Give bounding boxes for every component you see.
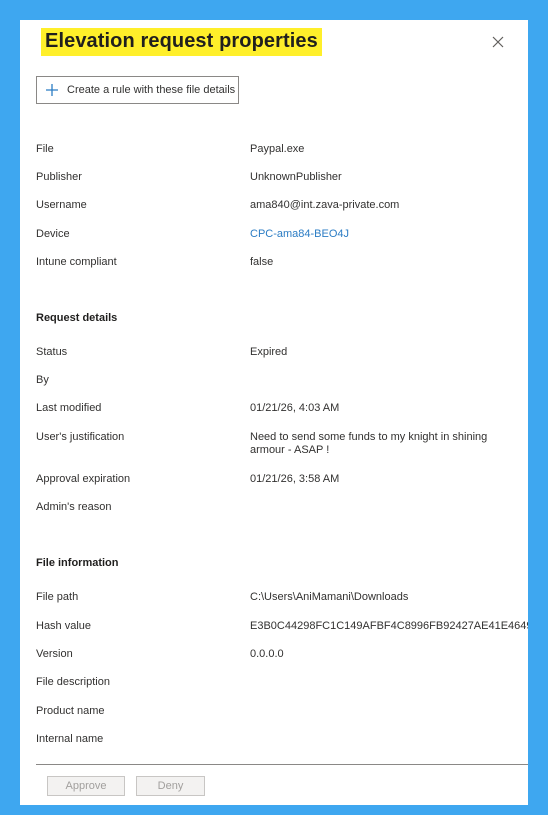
- plus-icon: [45, 83, 59, 97]
- property-value: UnknownPublisher: [250, 171, 342, 183]
- property-value: Paypal.exe: [250, 143, 305, 155]
- property-label: File: [36, 143, 54, 155]
- panel-title: Elevation request properties: [45, 30, 318, 52]
- property-label: By: [36, 374, 49, 386]
- property-value: E3B0C44298FC1C149AFBF4C8996FB92427AE41E4…: [250, 620, 528, 632]
- property-value: 01/21/26, 3:58 AM: [250, 473, 340, 485]
- property-value: Need to send some funds to my knight in …: [250, 431, 488, 456]
- property-value: Expired: [250, 346, 288, 358]
- close-icon[interactable]: [488, 32, 508, 52]
- property-label: Intune compliant: [36, 256, 117, 268]
- property-label: User's justification: [36, 431, 125, 443]
- property-label: Username: [36, 199, 87, 211]
- property-value: 01/21/26, 4:03 AM: [250, 402, 340, 414]
- property-value: 0.0.0.0: [250, 648, 284, 660]
- property-label: Hash value: [36, 620, 92, 632]
- property-label: File path: [36, 591, 79, 603]
- property-label: Status: [36, 346, 68, 358]
- title-highlight: Elevation request properties: [41, 28, 322, 56]
- property-label: Admin's reason: [36, 501, 112, 513]
- deny-button[interactable]: Deny: [136, 776, 205, 796]
- property-value: ama840@int.zava-private.com: [250, 199, 400, 211]
- create-rule-label: Create a rule with these file details: [67, 84, 236, 96]
- property-label: Approval expiration: [36, 473, 131, 485]
- property-label: Publisher: [36, 171, 82, 183]
- file-information-heading: File information: [36, 557, 119, 569]
- property-value: false: [250, 256, 274, 268]
- property-label: Product name: [36, 705, 105, 717]
- property-label: Internal name: [36, 733, 104, 745]
- property-row-hash-value: Hash value E3B0C44298FC1C149AFBF4C8996FB…: [36, 620, 528, 634]
- request-details-heading: Request details: [36, 312, 118, 324]
- approve-button[interactable]: Approve: [47, 776, 125, 796]
- property-label: Version: [36, 648, 73, 660]
- footer-divider: [36, 764, 528, 765]
- property-label: Device: [36, 228, 70, 240]
- property-value: C:\Users\AniMamani\Downloads: [250, 591, 409, 603]
- elevation-request-panel: Elevation request properties Create a ru…: [20, 20, 528, 805]
- property-label: Last modified: [36, 402, 102, 414]
- device-link[interactable]: CPC-ama84-BEO4J: [250, 228, 349, 241]
- create-rule-button[interactable]: Create a rule with these file details: [36, 76, 239, 104]
- property-label: File description: [36, 676, 110, 688]
